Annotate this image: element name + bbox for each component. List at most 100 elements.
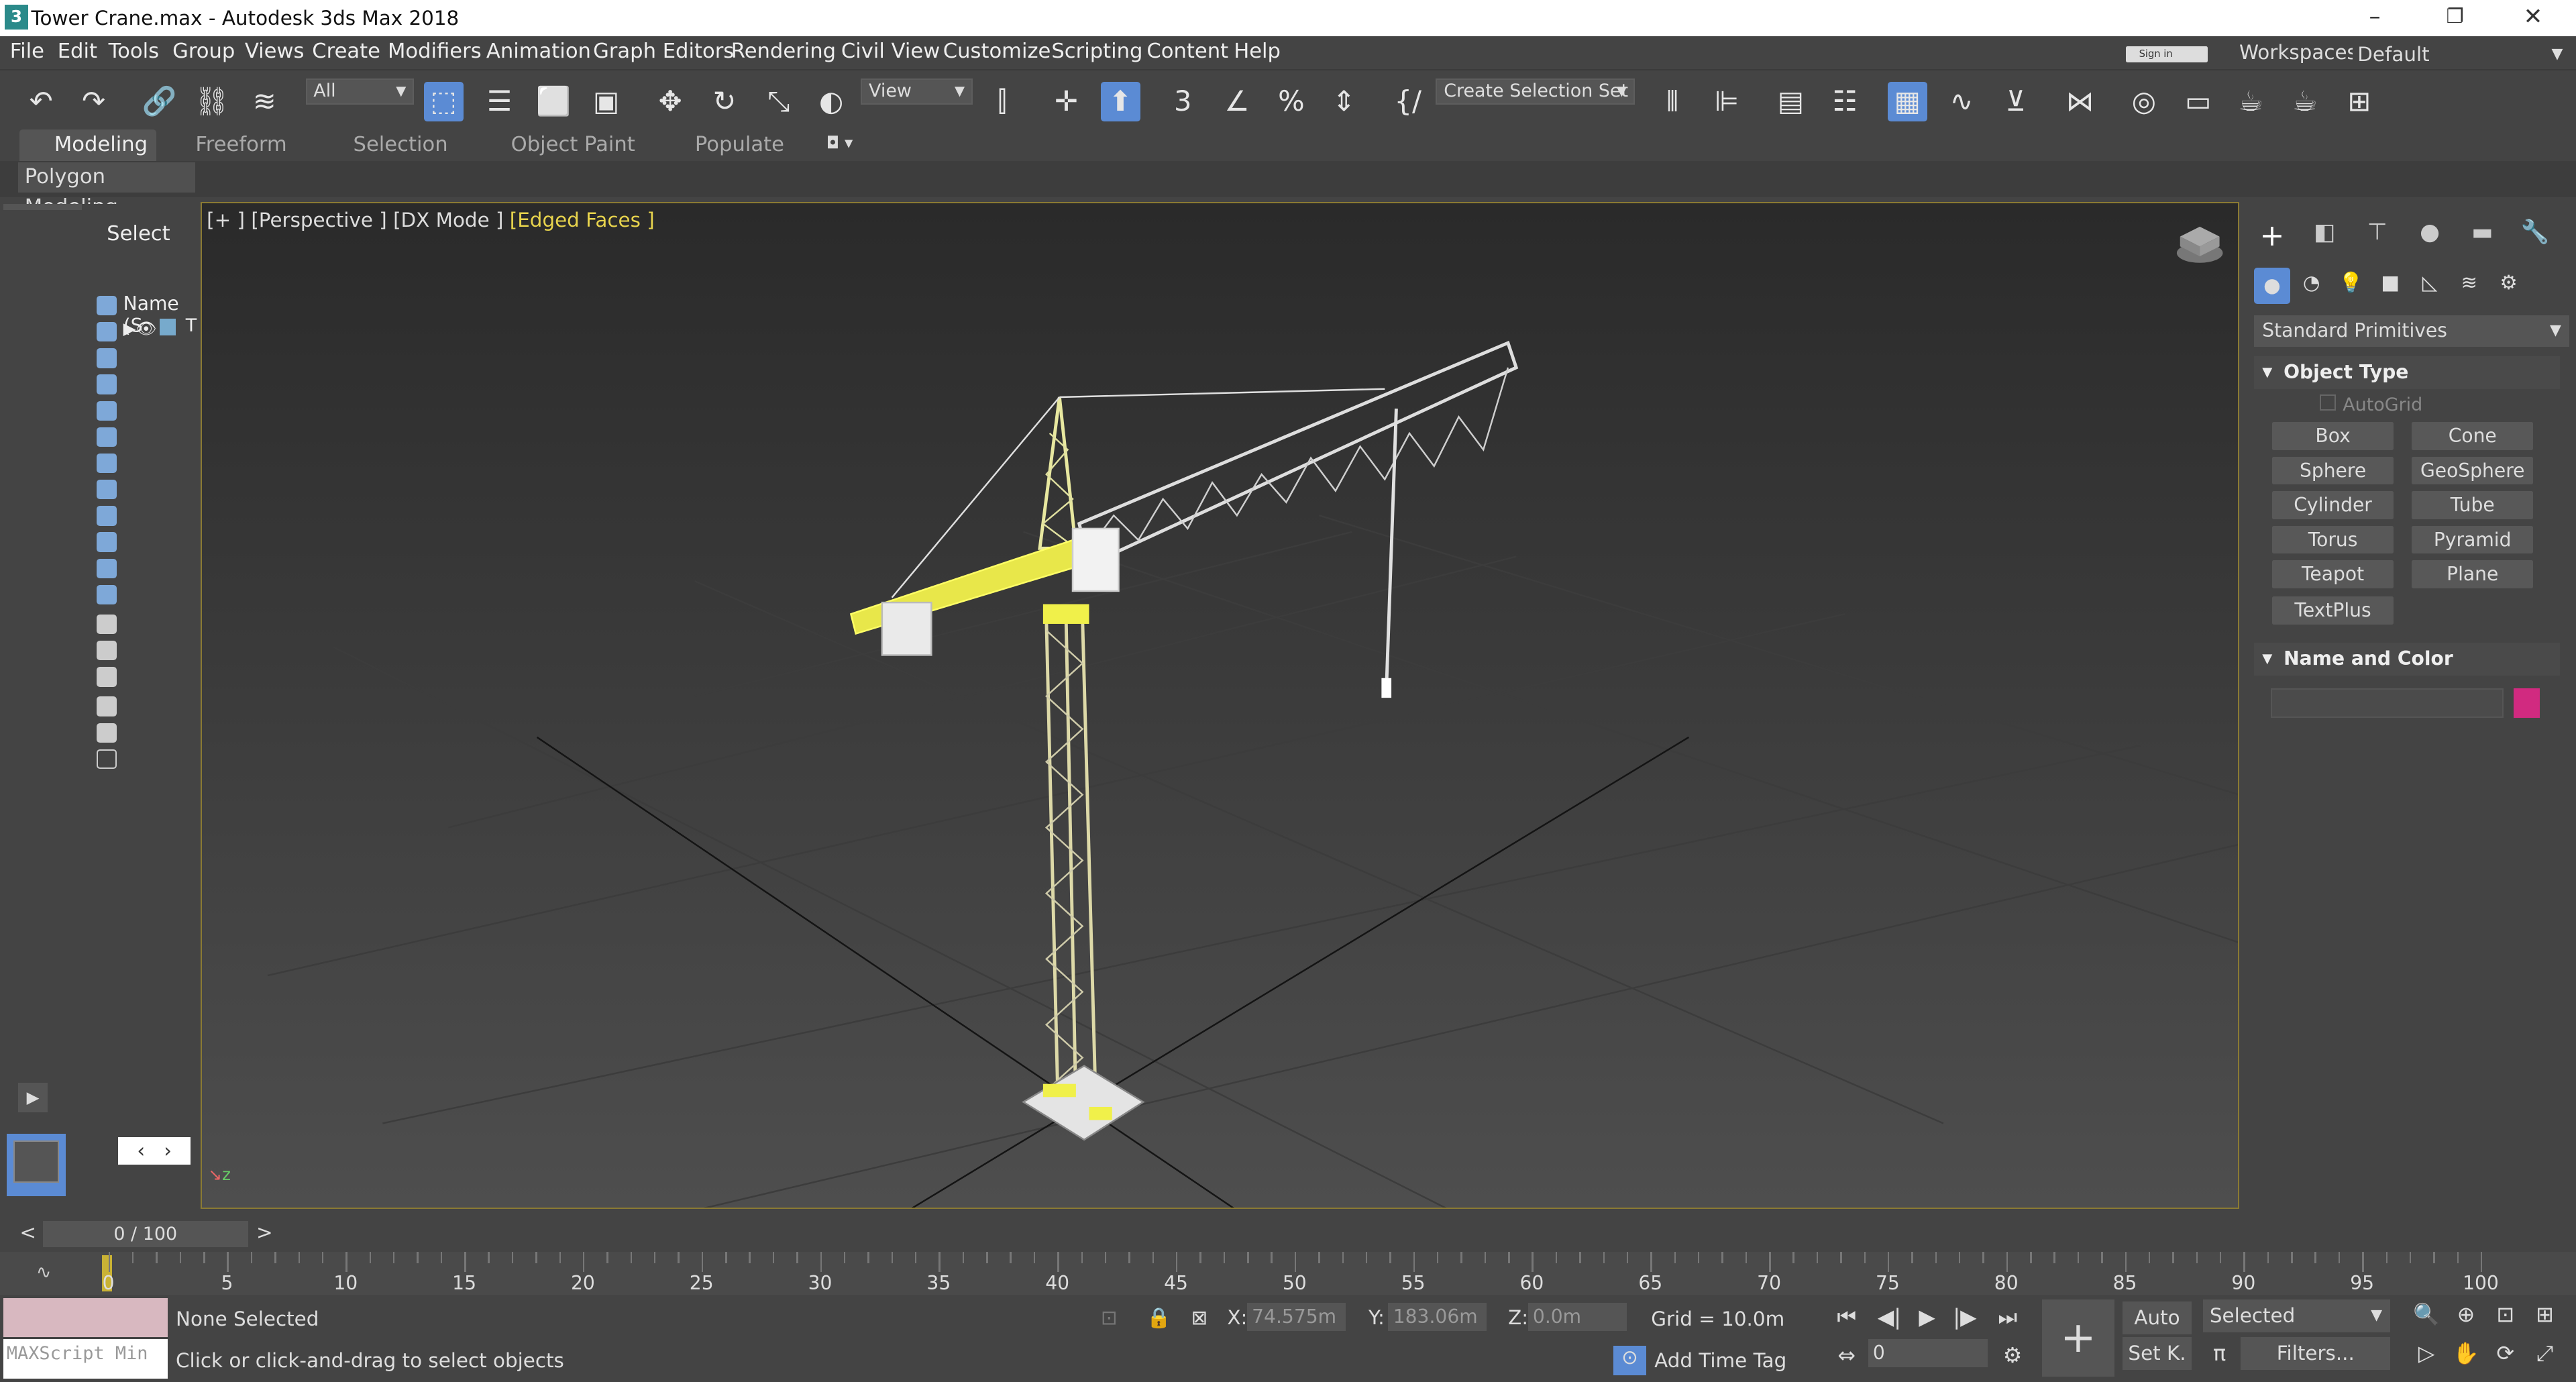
viewport-pov-menu[interactable]: [Perspective ] [251,209,386,231]
tab-modeling[interactable]: Modeling [54,133,148,156]
orbit-icon[interactable]: ⟳ [2487,1340,2524,1370]
pivot-center-icon[interactable]: ⫿ [983,82,1022,121]
torus-button[interactable]: Torus [2271,525,2394,554]
menu-edit[interactable]: Edit [58,40,97,63]
scene-explorer-header[interactable]: Select [107,222,170,246]
isolate-icon[interactable]: ⊡ [1101,1306,1118,1329]
render-frame-icon[interactable]: ☕ [2231,82,2271,121]
undo-icon[interactable]: ↶ [21,82,61,121]
menu-create[interactable]: Create [312,40,380,63]
display-bones-icon[interactable] [97,506,117,526]
time-config-icon[interactable]: ⚙ [1994,1342,2031,1372]
tab-object-paint[interactable]: Object Paint [511,133,635,156]
display-particles-icon[interactable] [97,558,117,579]
z-coordinate-field[interactable]: 0.0m [1527,1303,1627,1331]
sign-in-button[interactable]: Sign in [2126,46,2208,63]
display-xrefs-icon[interactable] [97,480,117,500]
play-icon[interactable]: ▶ [1909,1304,1945,1334]
display-frozen-icon[interactable] [97,584,117,605]
key-filter-dropdown[interactable]: Selected ▼ [2203,1299,2391,1333]
y-coordinate-field[interactable]: 183.06m [1388,1303,1487,1331]
unlink-icon[interactable]: ⛓ [193,82,232,121]
object-type-rollout[interactable]: Object Type [2254,356,2560,389]
maximize-viewport-icon[interactable]: ⤢ [2527,1340,2563,1370]
spinner-snap-icon[interactable]: ⇕ [1324,82,1364,121]
window-crossing-icon[interactable]: ▣ [586,82,626,121]
cylinder-button[interactable]: Cylinder [2271,491,2394,519]
create-tab-icon[interactable]: + [2257,219,2287,253]
spacewarps-icon[interactable]: ≋ [2455,271,2484,301]
maxscript-mini-listener[interactable]: MAXScript Min [3,1338,168,1379]
selection-set-icon[interactable] [97,749,117,769]
scene-explorer-icon[interactable]: ▦ [1887,81,1927,121]
move-icon[interactable]: ✥ [651,82,690,121]
zoom-icon[interactable]: 🔍 [2408,1301,2445,1331]
cameras-icon[interactable]: ■ [2375,271,2405,301]
mirror-icon[interactable]: ⫴ [1653,82,1693,121]
maxscript-listener-pink[interactable] [3,1297,168,1338]
material-editor-icon[interactable]: ◎ [2125,82,2164,121]
scene-explorer-nav[interactable]: ‹ › [118,1136,191,1165]
prev-frame-icon[interactable]: ◀| [1871,1304,1907,1334]
autogrid-checkbox[interactable] [2319,394,2337,411]
motion-tab-icon[interactable]: ● [2415,219,2445,248]
next-frame-icon[interactable]: |▶ [1947,1304,1983,1334]
workspace-dropdown[interactable]: Default ▼ [2352,39,2573,69]
minimize-icon[interactable]: – [2369,3,2380,30]
display-groups-icon[interactable] [97,453,117,474]
menu-file[interactable]: File [10,40,44,63]
select-manipulate-icon[interactable]: ✛ [1046,82,1086,121]
set-key-button[interactable]: Set K. [2123,1337,2192,1371]
named-selection-dropdown[interactable]: Create Selection Set ▼ [1436,78,1635,105]
menu-animation[interactable]: Animation [486,40,591,63]
track-bar[interactable]: ∿ 0 5 10 15 20 25 30 35 40 45 50 55 60 65 70 75 80 85 90 95… [0,1252,2576,1295]
select-by-name-icon[interactable]: ☰ [480,82,519,121]
viewport-plus-menu[interactable]: [+ ] [207,209,245,231]
display-shapes-icon[interactable] [97,321,117,342]
menu-customize[interactable]: Customize [943,40,1051,63]
current-frame-field[interactable]: 0 [1868,1338,1988,1367]
display-lights-icon[interactable] [97,348,117,368]
angle-snap-icon[interactable]: ∠ [1218,82,1257,121]
tube-button[interactable]: Tube [2412,491,2534,519]
zoom-all-icon[interactable]: ⊕ [2448,1301,2484,1331]
time-slider-prev-icon[interactable]: < [19,1221,36,1244]
object-name-field[interactable] [2270,688,2504,719]
ribbon-options-icon[interactable]: ◘ ▾ [826,133,853,152]
key-tangent-icon[interactable]: π [2202,1340,2238,1370]
menu-content[interactable]: Content [1146,40,1228,63]
percent-snap-icon[interactable]: % [1272,82,1311,121]
render-icon[interactable]: ☕ [2286,82,2325,121]
edit-named-selection-icon[interactable]: {/ [1388,82,1428,121]
pyramid-button[interactable]: Pyramid [2412,525,2534,554]
hierarchy-tab-icon[interactable]: ⊤ [2363,219,2392,248]
layers-icon[interactable]: ☷ [1825,82,1865,121]
field-of-view-icon[interactable]: ▷ [2408,1340,2445,1370]
layer-explorer-icon[interactable]: ▤ [1771,82,1811,121]
filters-button[interactable]: Filters... [2241,1337,2391,1371]
systems-icon[interactable]: ⚙ [2494,271,2524,301]
dope-sheet-icon[interactable]: ⊻ [1996,82,2036,121]
primitive-type-dropdown[interactable]: Standard Primitives ▼ [2254,315,2570,347]
lock-icon[interactable]: 🔒 [1146,1306,1171,1330]
goto-end-icon[interactable]: ⏭ [1990,1304,2026,1334]
rect-selection-icon[interactable]: ⬜ [534,82,574,121]
display-all-icon[interactable] [97,614,117,635]
redo-icon[interactable]: ↷ [74,82,113,121]
perspective-viewport[interactable]: [+ ] [Perspective ] [DX Mode ] [Edged Fa… [200,202,2239,1210]
helpers-icon[interactable]: ◺ [2415,271,2445,301]
time-slider[interactable]: 0 / 100 [42,1220,248,1247]
chevron-left-icon[interactable]: ‹ [137,1139,145,1162]
tab-populate[interactable]: Populate [695,133,784,156]
menu-group[interactable]: Group [172,40,235,63]
place-icon[interactable]: ◐ [812,82,851,121]
snaps-toggle-icon[interactable]: 3 [1163,82,1203,121]
ref-coord-dropdown[interactable]: View ▼ [861,78,973,105]
pan-icon[interactable]: ✋ [2448,1340,2484,1370]
eye-icon[interactable]: ▶👁 [123,319,157,338]
filter-icon[interactable] [97,696,117,716]
menu-tools[interactable]: Tools [109,40,159,63]
geosphere-button[interactable]: GeoSphere [2412,456,2534,485]
menu-graph-editors[interactable]: Graph Editors [593,40,734,63]
render-in-cloud-icon[interactable]: ⊞ [2339,82,2379,121]
